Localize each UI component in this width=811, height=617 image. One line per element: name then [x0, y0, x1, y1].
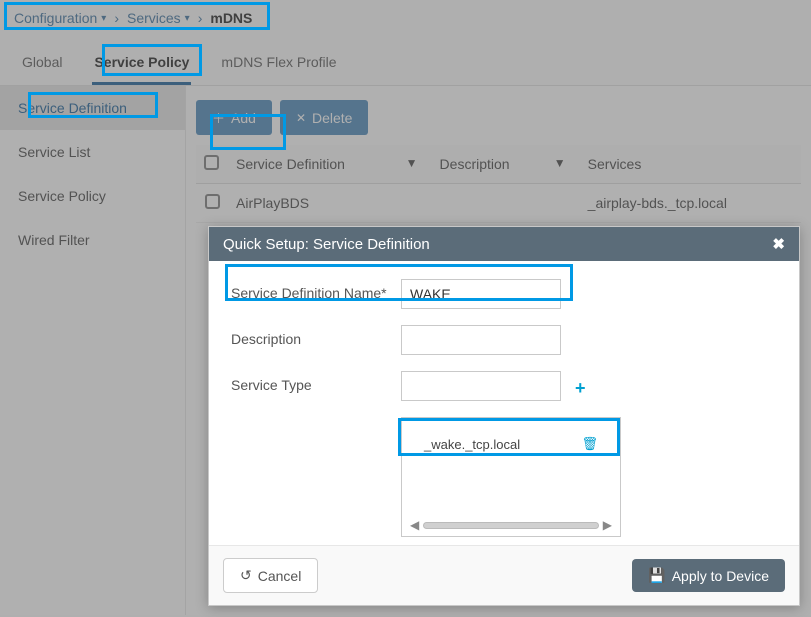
description-input[interactable] [401, 325, 561, 355]
label-service-definition-name: Service Definition Name* [231, 279, 401, 302]
scroll-left-icon[interactable]: ◀ [410, 518, 419, 532]
trash-icon[interactable]: 🗑 [581, 436, 598, 452]
label-service-type: Service Type [231, 371, 401, 394]
quick-setup-modal: Quick Setup: Service Definition ✖ Servic… [208, 226, 800, 606]
horizontal-scrollbar[interactable]: ◀ ▶ [410, 518, 612, 532]
add-service-type-icon[interactable]: + [575, 374, 586, 399]
close-icon[interactable]: ✖ [772, 235, 785, 253]
undo-icon: ↺ [240, 567, 252, 584]
label-description: Description [231, 325, 401, 348]
scroll-right-icon[interactable]: ▶ [603, 518, 612, 532]
modal-title: Quick Setup: Service Definition [223, 236, 430, 253]
service-definition-name-input[interactable] [401, 279, 561, 309]
service-type-input[interactable] [401, 371, 561, 401]
apply-to-device-button[interactable]: 💾 Apply to Device [632, 559, 785, 592]
cancel-button[interactable]: ↺ Cancel [223, 558, 318, 593]
save-icon: 💾 [648, 567, 665, 584]
service-type-entry[interactable]: _wake._tcp.local 🗑 [416, 430, 606, 458]
service-type-list: _wake._tcp.local 🗑 ◀ ▶ [401, 417, 621, 537]
